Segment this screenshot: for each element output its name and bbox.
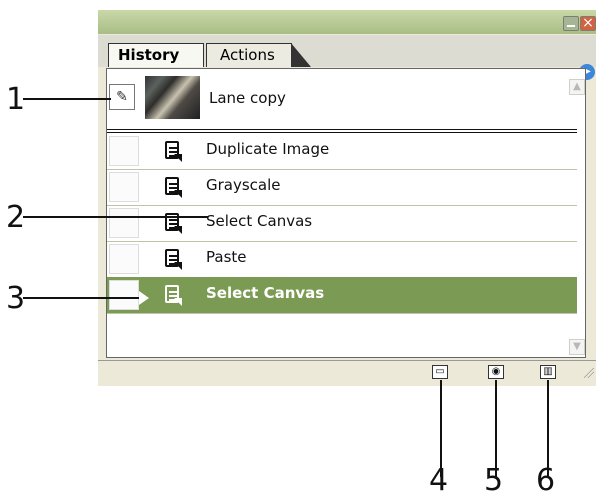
history-source-box[interactable]	[109, 208, 139, 238]
panel-tabs: History Actions ▶	[98, 35, 596, 80]
callout-line-3	[23, 297, 141, 299]
panel-title-bar: ×	[98, 10, 596, 34]
scroll-down-icon[interactable]: ▼	[569, 339, 585, 355]
tab-history-label: History	[118, 46, 180, 64]
document-state-icon	[165, 285, 182, 306]
minimize-icon[interactable]	[563, 16, 579, 31]
history-state-label: Select Canvas	[206, 284, 325, 302]
history-source-box[interactable]	[109, 280, 139, 310]
history-source-box[interactable]	[109, 244, 139, 274]
trash-icon[interactable]: ▥	[540, 365, 556, 379]
history-state-row-selected[interactable]: Select Canvas	[107, 277, 577, 314]
history-state-row[interactable]: Grayscale	[107, 169, 577, 206]
callout-5: 5	[484, 463, 504, 498]
scroll-up-icon[interactable]: ▲	[569, 79, 585, 95]
history-state-label: Select Canvas	[206, 212, 313, 230]
history-state-row[interactable]: Duplicate Image	[107, 133, 577, 170]
snapshot-row[interactable]: ✎ Lane copy	[107, 69, 577, 133]
history-state-label: Duplicate Image	[206, 140, 330, 158]
tab-actions-label: Actions	[220, 46, 275, 64]
snapshot-label: Lane copy	[209, 89, 286, 107]
resize-grip-icon[interactable]	[584, 368, 594, 378]
history-state-label: Paste	[206, 248, 247, 266]
panel-footer: ▭ ◉ ▥	[98, 360, 596, 386]
document-state-icon	[165, 141, 182, 162]
camera-icon[interactable]: ◉	[488, 365, 504, 379]
history-source-box[interactable]	[109, 136, 139, 166]
tab-history[interactable]: History	[108, 43, 204, 67]
brush-icon[interactable]: ✎	[109, 84, 135, 110]
document-state-icon	[165, 177, 182, 198]
history-list: ✎ Lane copy Duplicate Image Grayscale Se…	[106, 68, 586, 358]
callout-arrow-3	[139, 291, 149, 305]
close-icon[interactable]: ×	[580, 16, 596, 31]
history-state-row[interactable]: Paste	[107, 241, 577, 278]
tab-actions[interactable]: Actions	[206, 43, 311, 67]
history-source-box[interactable]	[109, 172, 139, 202]
callout-line-2	[23, 216, 208, 218]
callout-6: 6	[536, 463, 556, 498]
history-state-label: Grayscale	[206, 176, 281, 194]
history-panel: × History Actions ▶ ✎ Lane copy Duplicat…	[98, 10, 596, 386]
history-state-row[interactable]: Select Canvas	[107, 205, 577, 242]
callout-line-1	[23, 98, 111, 100]
snapshot-thumbnail	[145, 76, 200, 119]
new-document-icon[interactable]: ▭	[432, 365, 448, 379]
document-state-icon	[165, 249, 182, 270]
callout-4: 4	[429, 463, 449, 498]
